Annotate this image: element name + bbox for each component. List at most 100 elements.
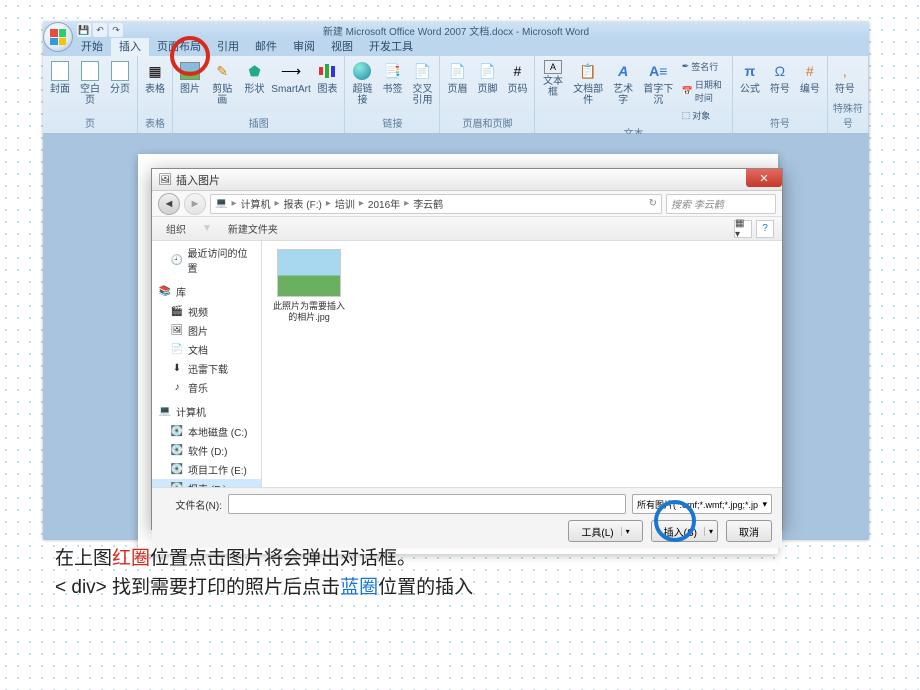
folder-icon: 🖼 — [158, 173, 172, 186]
group-pages-label: 页 — [47, 114, 133, 131]
btn-cover-page[interactable]: 封面 — [47, 58, 73, 97]
tab-devtools[interactable]: 开发工具 — [361, 36, 421, 56]
sidebar-ddrive[interactable]: 💽软件 (D:) — [152, 441, 261, 460]
btn-clipart[interactable]: ✎剪贴画 — [207, 58, 238, 108]
omega-icon: Ω — [769, 60, 791, 82]
file-item[interactable]: 此照片为需要插入的相片.jpg — [270, 249, 348, 479]
group-tables: ▦表格 表格 — [138, 56, 173, 133]
search-input[interactable]: 搜索 李云鹤 — [666, 194, 776, 214]
group-symbols-label: 符号 — [737, 114, 823, 131]
dialog-nav: ◄ ► 💻 ▸ 计算机▸ 报表 (F:)▸ 培训▸ 2016年▸ 李云鹤 ↻ 搜… — [152, 191, 782, 217]
filetype-combo[interactable]: 所有图片(*.emf;*.wmf;*.jpg;*.jp ▾ — [632, 494, 772, 514]
btn-crossref[interactable]: 📄交叉 引用 — [409, 58, 435, 108]
qat-save-icon[interactable]: 💾 — [77, 23, 91, 37]
btn-blank-page[interactable]: 空白页 — [77, 58, 103, 108]
ribbon: 封面 空白页 分页 页 ▦表格 表格 图片 ✎剪贴画 ⬟形状 ⟶SmartArt… — [43, 56, 869, 134]
btn-picture[interactable]: 图片 — [177, 58, 203, 97]
btn-dropcap[interactable]: A≡首字下沉 — [641, 58, 676, 108]
group-special-label: 特殊符号 — [832, 99, 864, 131]
insert-button[interactable]: 插入(S)▾ — [651, 520, 718, 542]
btn-textbox[interactable]: A文本框 — [539, 58, 566, 100]
sidebar-edrive[interactable]: 💽项目工作 (E:) — [152, 460, 261, 479]
header-icon: 📄 — [446, 60, 468, 82]
cancel-button[interactable]: 取消 — [726, 520, 772, 542]
help-button[interactable]: ? — [756, 220, 774, 238]
newfolder-button[interactable]: 新建文件夹 — [222, 219, 284, 238]
breadcrumb[interactable]: 💻 ▸ 计算机▸ 报表 (F:)▸ 培训▸ 2016年▸ 李云鹤 ↻ — [210, 194, 662, 214]
btn-page-break[interactable]: 分页 — [107, 58, 133, 97]
btn-special-symbol[interactable]: ,符号 — [832, 58, 858, 97]
tab-layout[interactable]: 页面布局 — [149, 36, 209, 56]
sidebar: 🕘最近访问的位置 📚库 🎬视频 🖼图片 📄文档 ⬇迅雷下载 ♪音乐 💻计算机 💽… — [152, 241, 262, 487]
btn-table[interactable]: ▦表格 — [142, 58, 168, 97]
btn-symbol[interactable]: Ω符号 — [767, 58, 793, 97]
bc-computer[interactable]: 计算机 — [240, 196, 270, 211]
tab-home[interactable]: 开始 — [73, 36, 111, 56]
filename-input[interactable] — [228, 494, 626, 514]
btn-quickparts[interactable]: 📋文档部件 — [571, 58, 606, 108]
download-icon: ⬇ — [170, 363, 184, 375]
bc-folder2[interactable]: 2016年 — [368, 196, 400, 211]
qat-undo-icon[interactable]: ↶ — [93, 23, 107, 37]
group-links-label: 链接 — [349, 114, 435, 131]
drive-icon: 💽 — [170, 483, 184, 488]
nav-forward-button[interactable]: ► — [184, 193, 206, 215]
window-title: 新建 Microsoft Office Word 2007 文档.docx - … — [323, 23, 589, 38]
btn-datetime[interactable]: 📅日期和时间 — [680, 76, 728, 106]
picture-icon — [180, 62, 200, 80]
btn-chart[interactable]: 图表 — [314, 58, 340, 97]
tab-insert[interactable]: 插入 — [111, 36, 149, 56]
btn-hyperlink[interactable]: 超链接 — [349, 58, 375, 108]
organize-button[interactable]: 组织 — [160, 219, 192, 238]
sidebar-computer[interactable]: 💻计算机 — [152, 401, 261, 422]
sidebar-recent[interactable]: 🕘最近访问的位置 — [152, 243, 261, 277]
drive-icon: 💽 — [170, 464, 184, 476]
tab-references[interactable]: 引用 — [209, 36, 247, 56]
sidebar-libraries[interactable]: 📚库 — [152, 281, 261, 302]
sidebar-documents[interactable]: 📄文档 — [152, 340, 261, 359]
sidebar-thunder[interactable]: ⬇迅雷下载 — [152, 359, 261, 378]
bookmark-icon: 📑 — [381, 60, 403, 82]
btn-shapes[interactable]: ⬟形状 — [242, 58, 268, 97]
dialog-title: 插入图片 — [176, 172, 220, 188]
btn-equation[interactable]: π公式 — [737, 58, 763, 97]
drive-icon: 💽 — [170, 445, 184, 457]
tab-review[interactable]: 审阅 — [285, 36, 323, 56]
wordart-icon: A — [612, 60, 634, 82]
textbox-icon: A — [544, 60, 562, 74]
tools-button[interactable]: 工具(L)▾ — [568, 520, 642, 542]
btn-object[interactable]: ⬚对象 — [680, 107, 728, 124]
btn-signature[interactable]: ✒签名行 — [680, 58, 728, 75]
sidebar-videos[interactable]: 🎬视频 — [152, 302, 261, 321]
btn-pagenum[interactable]: #页码 — [504, 58, 530, 97]
btn-number[interactable]: #编号 — [797, 58, 823, 97]
bc-folder3[interactable]: 李云鹤 — [413, 196, 443, 211]
btn-smartart[interactable]: ⟶SmartArt — [272, 58, 311, 97]
bc-drive[interactable]: 报表 (F:) — [284, 196, 322, 211]
video-icon: 🎬 — [170, 306, 184, 318]
sidebar-pictures[interactable]: 🖼图片 — [152, 321, 261, 340]
btn-wordart[interactable]: A艺术字 — [610, 58, 637, 108]
view-button[interactable]: ▦ ▾ — [734, 220, 752, 238]
file-list[interactable]: 此照片为需要插入的相片.jpg — [262, 241, 782, 487]
dialog-titlebar: 🖼 插入图片 ✕ — [152, 169, 782, 191]
refresh-icon[interactable]: ↻ — [649, 198, 657, 209]
file-name: 此照片为需要插入的相片.jpg — [270, 301, 348, 323]
sidebar-fdrive[interactable]: 💽报表 (F:) — [152, 479, 261, 487]
dialog-close-button[interactable]: ✕ — [746, 169, 782, 187]
btn-header[interactable]: 📄页眉 — [444, 58, 470, 97]
titlebar: 💾 ↶ ↷ 新建 Microsoft Office Word 2007 文档.d… — [43, 22, 869, 38]
office-button[interactable] — [43, 22, 73, 52]
nav-back-button[interactable]: ◄ — [158, 193, 180, 215]
pagenum-icon: # — [506, 60, 528, 82]
sidebar-music[interactable]: ♪音乐 — [152, 378, 261, 397]
group-special: ,符号 特殊符号 — [828, 56, 869, 133]
btn-footer[interactable]: 📄页脚 — [474, 58, 500, 97]
bc-folder1[interactable]: 培训 — [335, 196, 355, 211]
btn-bookmark[interactable]: 📑书签 — [379, 58, 405, 97]
sidebar-cdrive[interactable]: 💽本地磁盘 (C:) — [152, 422, 261, 441]
crossref-icon: 📄 — [411, 60, 433, 82]
tab-view[interactable]: 视图 — [323, 36, 361, 56]
qat-redo-icon[interactable]: ↷ — [109, 23, 123, 37]
tab-mailings[interactable]: 邮件 — [247, 36, 285, 56]
